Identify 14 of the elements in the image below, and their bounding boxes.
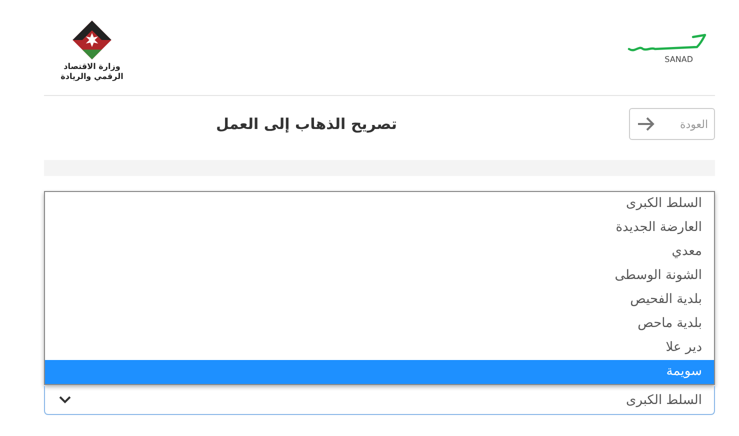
chevron-down-icon xyxy=(59,396,71,404)
select-field[interactable]: السلط الكبرى xyxy=(44,386,715,415)
ministry-name: وزارة الاقتصاد xyxy=(64,62,120,72)
arrow-right-icon xyxy=(636,116,656,132)
ministry-name: الرقمي والريادة xyxy=(60,72,124,82)
dropdown-option[interactable]: دير علا xyxy=(45,336,714,360)
page-title: تصريح الذهاب إلى العمل xyxy=(214,115,398,133)
dropdown-option[interactable]: بلدية الفحيص xyxy=(45,288,714,312)
dropdown-option[interactable]: السلط الكبرى xyxy=(45,192,714,216)
dropdown-option[interactable]: معدي xyxy=(45,240,714,264)
dropdown-option[interactable]: العارضة الجديدة xyxy=(45,216,714,240)
dropdown-option[interactable]: الشونة الوسطى xyxy=(45,264,714,288)
dropdown-option[interactable]: بلدية ماحص xyxy=(45,312,714,336)
sanad-logo-text: SANAD xyxy=(664,55,693,64)
